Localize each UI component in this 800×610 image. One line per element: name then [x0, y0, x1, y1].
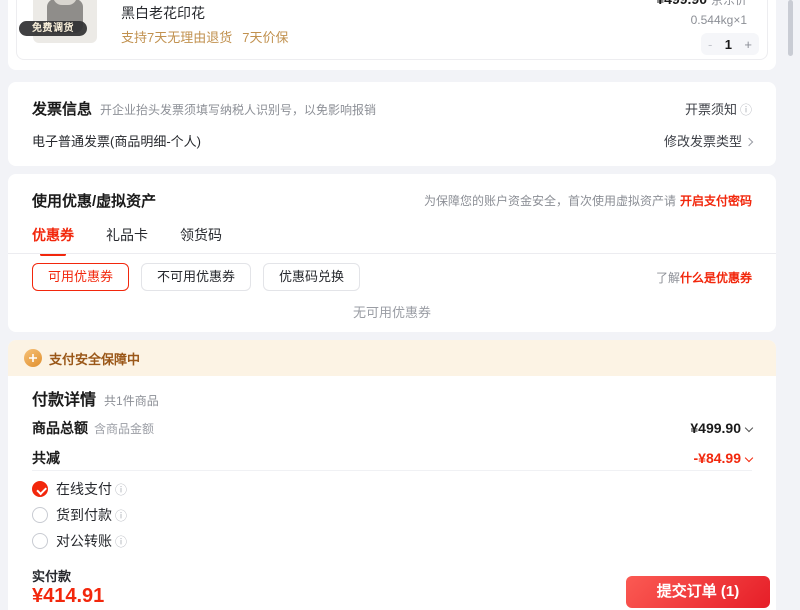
service-tag-returns: 支持7天无理由退货 — [121, 30, 232, 45]
benefits-header: 使用优惠/虚拟资产 为保障您的账户资金安全，首次使用虚拟资产请开启支付密码 — [32, 188, 752, 212]
security-shield-icon — [24, 349, 42, 367]
safety-hint: 为保障您的账户资金安全，首次使用虚拟资产请开启支付密码 — [424, 192, 752, 209]
divider — [32, 470, 752, 471]
service-tag-price-protect: 7天价保 — [242, 30, 288, 45]
discount-label: 共减 — [32, 448, 60, 468]
payment-method-online[interactable]: 在线支付 ⓘ — [32, 479, 127, 499]
invoice-card: 发票信息开企业抬头发票须填写纳税人识别号，以免影响报销 开票须知ⓘ 电子普通发票… — [8, 82, 776, 166]
what-is-coupon-link[interactable]: 什么是优惠券 — [680, 271, 752, 285]
coupon-filters: 可用优惠券 不可用优惠券 优惠码兑换 — [32, 263, 372, 291]
total-label: 实付款 — [32, 566, 71, 585]
product-item: 免费调货 黑白老花印花 支持7天无理由退货 7天价保 ¥499.90京东价 0.5… — [16, 0, 768, 60]
subtotal-sublabel: 含商品金额 — [94, 422, 154, 436]
no-coupon-text: 无可用优惠券 — [8, 302, 776, 321]
invoice-type: 电子普通发票(商品明细-个人) — [32, 131, 201, 150]
payment-security-banner: 支付安全保障中 — [8, 340, 776, 376]
benefits-card: 使用优惠/虚拟资产 为保障您的账户资金安全，首次使用虚拟资产请开启支付密码 优惠… — [8, 174, 776, 332]
security-banner-text: 支付安全保障中 — [49, 349, 140, 368]
product-card: 免费调货 黑白老花印花 支持7天无理由退货 7天价保 ¥499.90京东价 0.5… — [8, 0, 776, 70]
set-pay-password-link[interactable]: 开启支付密码 — [680, 194, 752, 208]
learn-coupon: 了解什么是优惠券 — [656, 269, 752, 286]
payment-detail-header: 付款详情 共1件商品 — [32, 386, 159, 410]
tab-coupon[interactable]: 优惠券 — [32, 224, 74, 253]
qty-increase-button[interactable]: + — [744, 37, 752, 52]
qty-decrease-button[interactable]: - — [708, 37, 712, 52]
service-tags: 支持7天无理由退货 7天价保 — [121, 27, 288, 46]
payment-method-corporate-transfer[interactable]: 对公转账 ⓘ — [32, 531, 127, 551]
chevron-right-icon — [745, 137, 753, 145]
benefits-title: 使用优惠/虚拟资产 — [32, 190, 156, 211]
radio-icon[interactable] — [32, 507, 48, 523]
invoice-header-left: 发票信息开企业抬头发票须填写纳税人识别号，以免影响报销 — [32, 98, 376, 119]
total-value: ¥414.91 — [32, 585, 104, 608]
info-icon[interactable]: ⓘ — [115, 533, 127, 550]
radio-icon[interactable] — [32, 533, 48, 549]
invoice-notice-link[interactable]: 开票须知ⓘ — [685, 99, 752, 118]
subtotal-row: 商品总额含商品金额 ¥499.90 — [32, 416, 752, 440]
invoice-hint: 开企业抬头发票须填写纳税人识别号，以免影响报销 — [100, 103, 376, 117]
price-tag: 京东价 — [711, 0, 747, 7]
tab-gift-card[interactable]: 礼品卡 — [106, 224, 148, 253]
filter-unusable-coupons[interactable]: 不可用优惠券 — [141, 263, 251, 291]
subtotal-value[interactable]: ¥499.90 — [690, 420, 752, 436]
modify-invoice-link[interactable]: 修改发票类型 — [664, 131, 752, 150]
chevron-down-icon — [745, 454, 753, 462]
discount-row: 共减 -¥84.99 — [32, 446, 752, 470]
info-icon[interactable]: ⓘ — [740, 103, 752, 117]
invoice-type-row: 电子普通发票(商品明细-个人) 修改发票类型 — [32, 128, 752, 152]
submit-order-button[interactable]: 提交订单 (1) — [626, 576, 770, 608]
product-title[interactable]: 黑白老花印花 — [121, 3, 205, 23]
discount-value[interactable]: -¥84.99 — [694, 450, 752, 466]
subtotal-label: 商品总额含商品金额 — [32, 418, 154, 438]
filter-usable-coupons[interactable]: 可用优惠券 — [32, 263, 129, 291]
tabs-divider — [8, 253, 776, 254]
quantity-stepper: - 1 + — [701, 33, 759, 55]
product-weight: 0.544kg×1 — [691, 13, 747, 27]
order-checkout-page: 免费调货 黑白老花印花 支持7天无理由退货7天价保 ¥499.90京东价 0.5… — [0, 0, 800, 610]
info-icon[interactable]: ⓘ — [115, 507, 127, 524]
scrollbar-thumb[interactable] — [788, 0, 793, 56]
qty-value: 1 — [725, 37, 732, 52]
payment-detail-title: 付款详情 — [32, 386, 96, 410]
item-count: 共1件商品 — [104, 392, 159, 409]
free-exchange-badge: 免费调货 — [19, 21, 87, 36]
invoice-header-row: 发票信息开企业抬头发票须填写纳税人识别号，以免影响报销 开票须知ⓘ — [32, 96, 752, 120]
benefit-tabs: 优惠券 礼品卡 领货码 — [32, 224, 254, 253]
info-icon[interactable]: ⓘ — [115, 481, 127, 498]
payment-card: 支付安全保障中 付款详情 共1件商品 商品总额含商品金额 ¥499.90 共减 … — [8, 340, 776, 610]
tab-pickup-code[interactable]: 领货码 — [180, 224, 222, 253]
product-price: ¥499.90京东价 — [656, 0, 747, 8]
invoice-title: 发票信息 — [32, 101, 92, 118]
filter-coupon-code[interactable]: 优惠码兑换 — [263, 263, 360, 291]
payment-method-cod[interactable]: 货到付款 ⓘ — [32, 505, 127, 525]
chevron-down-icon — [745, 424, 753, 432]
radio-selected-icon[interactable] — [32, 481, 48, 497]
